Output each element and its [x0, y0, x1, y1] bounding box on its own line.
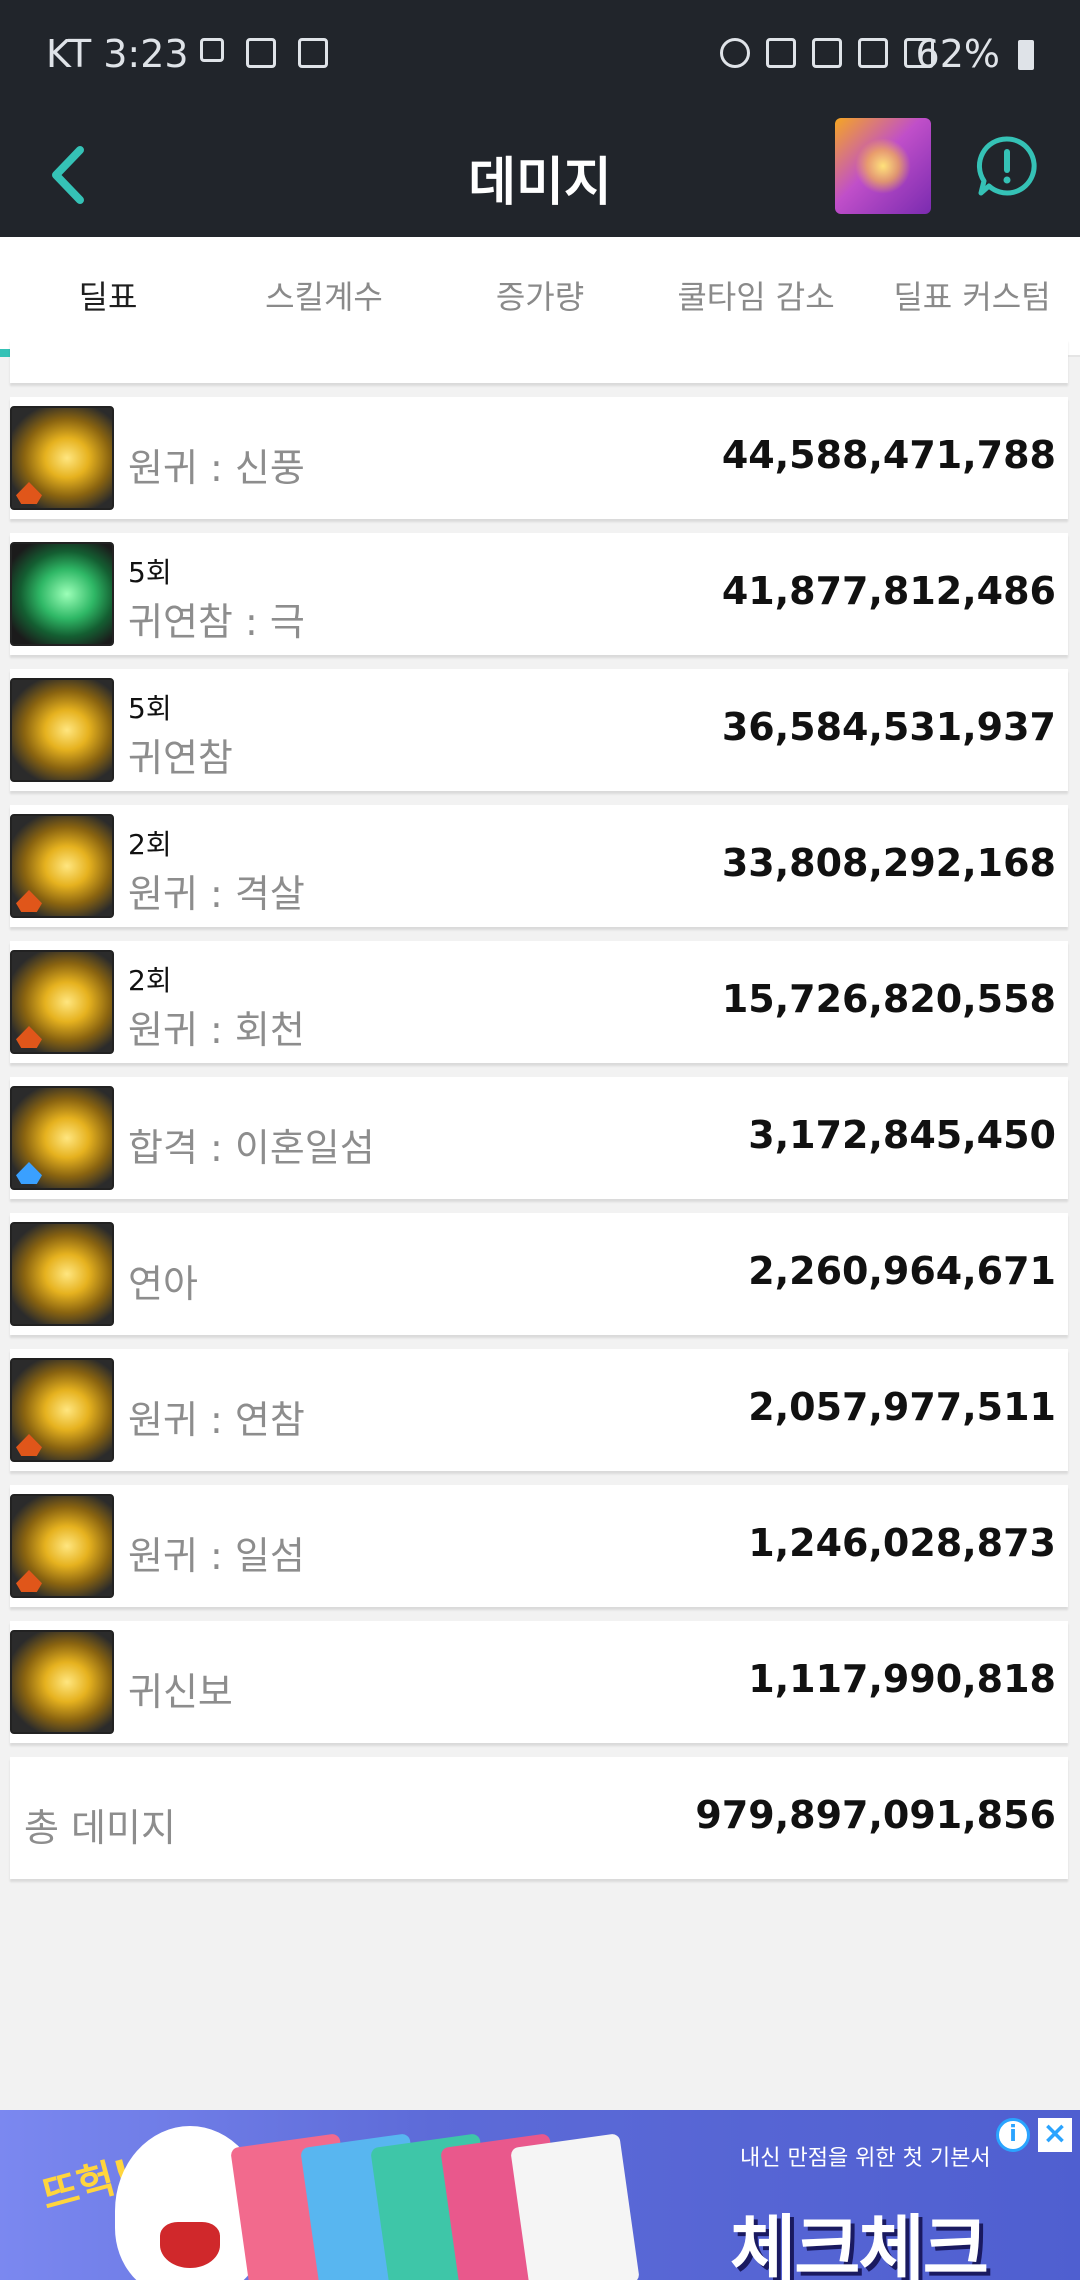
skill-name: 원귀 : 격살 — [128, 872, 305, 916]
alert-button[interactable] — [975, 134, 1039, 198]
ad-info-icon[interactable]: i — [996, 2118, 1030, 2152]
total-damage-value: 979,897,091,856 — [695, 1793, 1056, 1837]
list-item[interactable]: 2회 원귀 : 회천 15,726,820,558 — [10, 941, 1068, 1063]
skill-icon — [10, 406, 114, 510]
tab-cooldown-reduction[interactable]: 쿨타임 감소 — [648, 237, 864, 355]
skill-damage: 2,260,964,671 — [748, 1249, 1056, 1293]
ad-book — [510, 2133, 640, 2280]
skill-icon — [10, 1494, 114, 1598]
skill-name: 합격 : 이혼일섬 — [128, 1126, 375, 1170]
skill-name: 원귀 : 회천 — [128, 1008, 305, 1052]
hit-count: 2회 — [128, 828, 172, 861]
back-button[interactable] — [38, 140, 98, 210]
skill-icon — [10, 1222, 114, 1326]
notification-icons — [200, 38, 328, 68]
skill-damage: 15,726,820,558 — [721, 977, 1056, 1021]
tab-dpm-table[interactable]: 딜표 — [0, 237, 216, 357]
hit-count: 5회 — [128, 692, 172, 725]
alarm-icon — [720, 38, 750, 68]
app-bar: 데미지 — [0, 112, 1080, 237]
skill-damage: 1,117,990,818 — [748, 1657, 1056, 1701]
skill-name: 귀신보 — [128, 1670, 233, 1714]
ad-brand: 체크체크 — [730, 2207, 989, 2280]
skill-damage: 3,172,845,450 — [748, 1113, 1056, 1157]
ad-close-icon[interactable]: × — [1038, 2118, 1072, 2152]
skill-icon — [10, 814, 114, 918]
skill-damage: 33,808,292,168 — [721, 841, 1056, 885]
skill-name: 원귀 : 연참 — [128, 1398, 305, 1442]
list-item-partial — [10, 339, 1068, 383]
total-damage-row: 총 데미지 979,897,091,856 — [10, 1757, 1068, 1879]
character-avatar[interactable] — [835, 118, 931, 214]
skill-name: 원귀 : 일섬 — [128, 1534, 305, 1578]
skill-damage: 41,877,812,486 — [721, 569, 1056, 613]
skill-icon — [10, 678, 114, 782]
battery-percent: 62% — [915, 32, 1000, 76]
status-bar: KT 3:23 62% — [0, 0, 1080, 112]
total-damage-label: 총 데미지 — [24, 1806, 176, 1850]
skill-icon — [10, 1358, 114, 1462]
hit-count: 2회 — [128, 964, 172, 997]
skill-damage: 36,584,531,937 — [721, 705, 1056, 749]
list-item[interactable]: 5회 귀연참 : 극 41,877,812,486 — [10, 533, 1068, 655]
skill-damage: 44,588,471,788 — [721, 433, 1056, 477]
mute-icon — [766, 38, 796, 68]
skill-name: 원귀 : 신풍 — [128, 446, 305, 490]
skill-icon — [10, 1630, 114, 1734]
tab-skill-coefficient[interactable]: 스킬계수 — [216, 237, 432, 355]
hd-icon — [812, 38, 842, 68]
list-item[interactable]: 5회 귀연참 36,584,531,937 — [10, 669, 1068, 791]
list-item[interactable]: 원귀 : 연참 2,057,977,511 — [10, 1349, 1068, 1471]
notification-icon — [200, 38, 224, 62]
skill-name: 귀연참 — [128, 736, 233, 780]
skill-damage: 2,057,977,511 — [748, 1385, 1056, 1429]
ad-tagline: 내신 만점을 위한 첫 기본서 — [740, 2146, 991, 2171]
ad-books — [230, 2133, 660, 2280]
tab-dpm-custom[interactable]: 딜표 커스텀 — [864, 237, 1080, 355]
system-icons — [720, 38, 934, 68]
skill-damage: 1,246,028,873 — [748, 1521, 1056, 1565]
skill-name: 귀연참 : 극 — [128, 600, 305, 644]
image-icon — [298, 38, 328, 68]
exclamation-bubble-icon — [976, 136, 1037, 196]
back-arrow-icon — [52, 146, 84, 204]
ad-character-mouth — [160, 2222, 220, 2268]
tab-increase[interactable]: 증가량 — [432, 237, 648, 355]
list-item[interactable]: 원귀 : 신풍 44,588,471,788 — [10, 397, 1068, 519]
carrier-time: KT 3:23 — [46, 32, 189, 76]
search-chart-icon — [246, 38, 276, 68]
list-item[interactable]: 귀신보 1,117,990,818 — [10, 1621, 1068, 1743]
skill-icon — [10, 542, 114, 646]
ad-banner[interactable]: 뜨헉!! 내신 만점을 위한 첫 기본서 체크체크 i × — [0, 2110, 1080, 2280]
skill-icon — [10, 950, 114, 1054]
list-item[interactable]: 2회 원귀 : 격살 33,808,292,168 — [10, 805, 1068, 927]
list-item[interactable]: 원귀 : 일섬 1,246,028,873 — [10, 1485, 1068, 1607]
battery-icon — [1018, 40, 1034, 70]
lte-icon — [858, 38, 888, 68]
skill-icon — [10, 1086, 114, 1190]
hit-count: 5회 — [128, 556, 172, 589]
skill-name: 연아 — [128, 1262, 198, 1306]
list-item[interactable]: 연아 2,260,964,671 — [10, 1213, 1068, 1335]
list-item[interactable]: 합격 : 이혼일섬 3,172,845,450 — [10, 1077, 1068, 1199]
